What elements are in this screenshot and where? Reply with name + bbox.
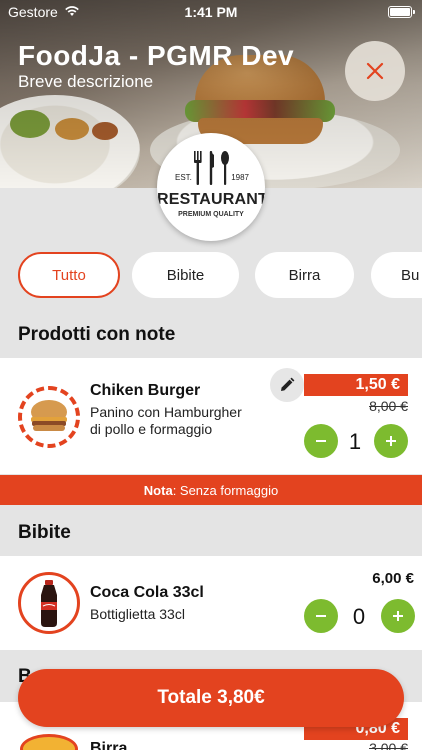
close-button[interactable] (345, 41, 405, 101)
tab-birra[interactable]: Birra (255, 252, 354, 298)
decrease-quantity-button[interactable] (304, 599, 338, 633)
note-label: Nota (143, 482, 173, 498)
product-image-coca-cola (18, 572, 80, 634)
edit-note-button[interactable] (270, 368, 304, 402)
product-image-beer (20, 734, 78, 750)
product-name: Coca Cola 33cl (90, 584, 204, 601)
app-screen: Gestore 1:41 PM FoodJa - PGMR Dev Breve … (0, 0, 422, 750)
product-price: 6,00 € (372, 570, 414, 587)
tab-tutto[interactable]: Tutto (18, 252, 120, 298)
price-badge: 1,50 € (304, 374, 408, 396)
quantity-value: 1 (348, 429, 362, 454)
logo-year: 1987 (231, 173, 249, 182)
increase-quantity-button[interactable] (381, 599, 415, 633)
section-title-notes: Prodotti con note (18, 324, 176, 345)
product-row-coca-cola[interactable]: Coca Cola 33cl Bottiglietta 33cl 6,00 € … (0, 556, 422, 650)
product-note: Nota : Senza formaggio (0, 475, 422, 505)
plus-icon (393, 611, 403, 621)
logo-est: EST. (175, 173, 192, 182)
old-price: 3,00 € (369, 740, 408, 750)
tab-bibite[interactable]: Bibite (132, 252, 239, 298)
product-row-chiken-burger[interactable]: Chiken Burger Panino con Hamburgher di p… (0, 358, 422, 474)
status-bar: Gestore 1:41 PM (0, 0, 422, 24)
total-checkout-button[interactable]: Totale 3,80€ (18, 669, 404, 727)
plus-icon (386, 436, 396, 446)
tab-partial[interactable]: Bu (371, 252, 422, 298)
category-tabs: Tutto Bibite Birra Bu (0, 252, 422, 300)
section-title-bibite: Bibite (18, 522, 71, 543)
battery-icon (388, 6, 415, 18)
logo-tagline: PREMIUM QUALITY (178, 211, 244, 218)
product-name: Chiken Burger (90, 382, 201, 399)
logo-brand: RESTAURANT (157, 191, 265, 208)
old-price: 8,00 € (369, 398, 408, 414)
product-name: Birra (90, 740, 128, 750)
minus-icon (316, 615, 326, 617)
minus-icon (316, 440, 326, 442)
increase-quantity-button[interactable] (374, 424, 408, 458)
decrease-quantity-button[interactable] (304, 424, 338, 458)
utensils-icon (194, 151, 229, 185)
restaurant-logo: EST. 1987 RESTAURANT PREMIUM QUALITY (157, 133, 265, 241)
quantity-value: 0 (352, 604, 366, 629)
note-text: : Senza formaggio (172, 482, 279, 498)
clock: 1:41 PM (184, 4, 238, 20)
product-description: Panino con Hamburgher di pollo e formagg… (90, 404, 242, 437)
page-subtitle: Breve descrizione (18, 72, 154, 91)
product-image-burger (18, 386, 80, 448)
close-icon (366, 62, 384, 80)
page-title: FoodJa - PGMR Dev (18, 40, 295, 71)
pencil-icon (281, 377, 295, 391)
product-description: Bottiglietta 33cl (90, 606, 185, 622)
